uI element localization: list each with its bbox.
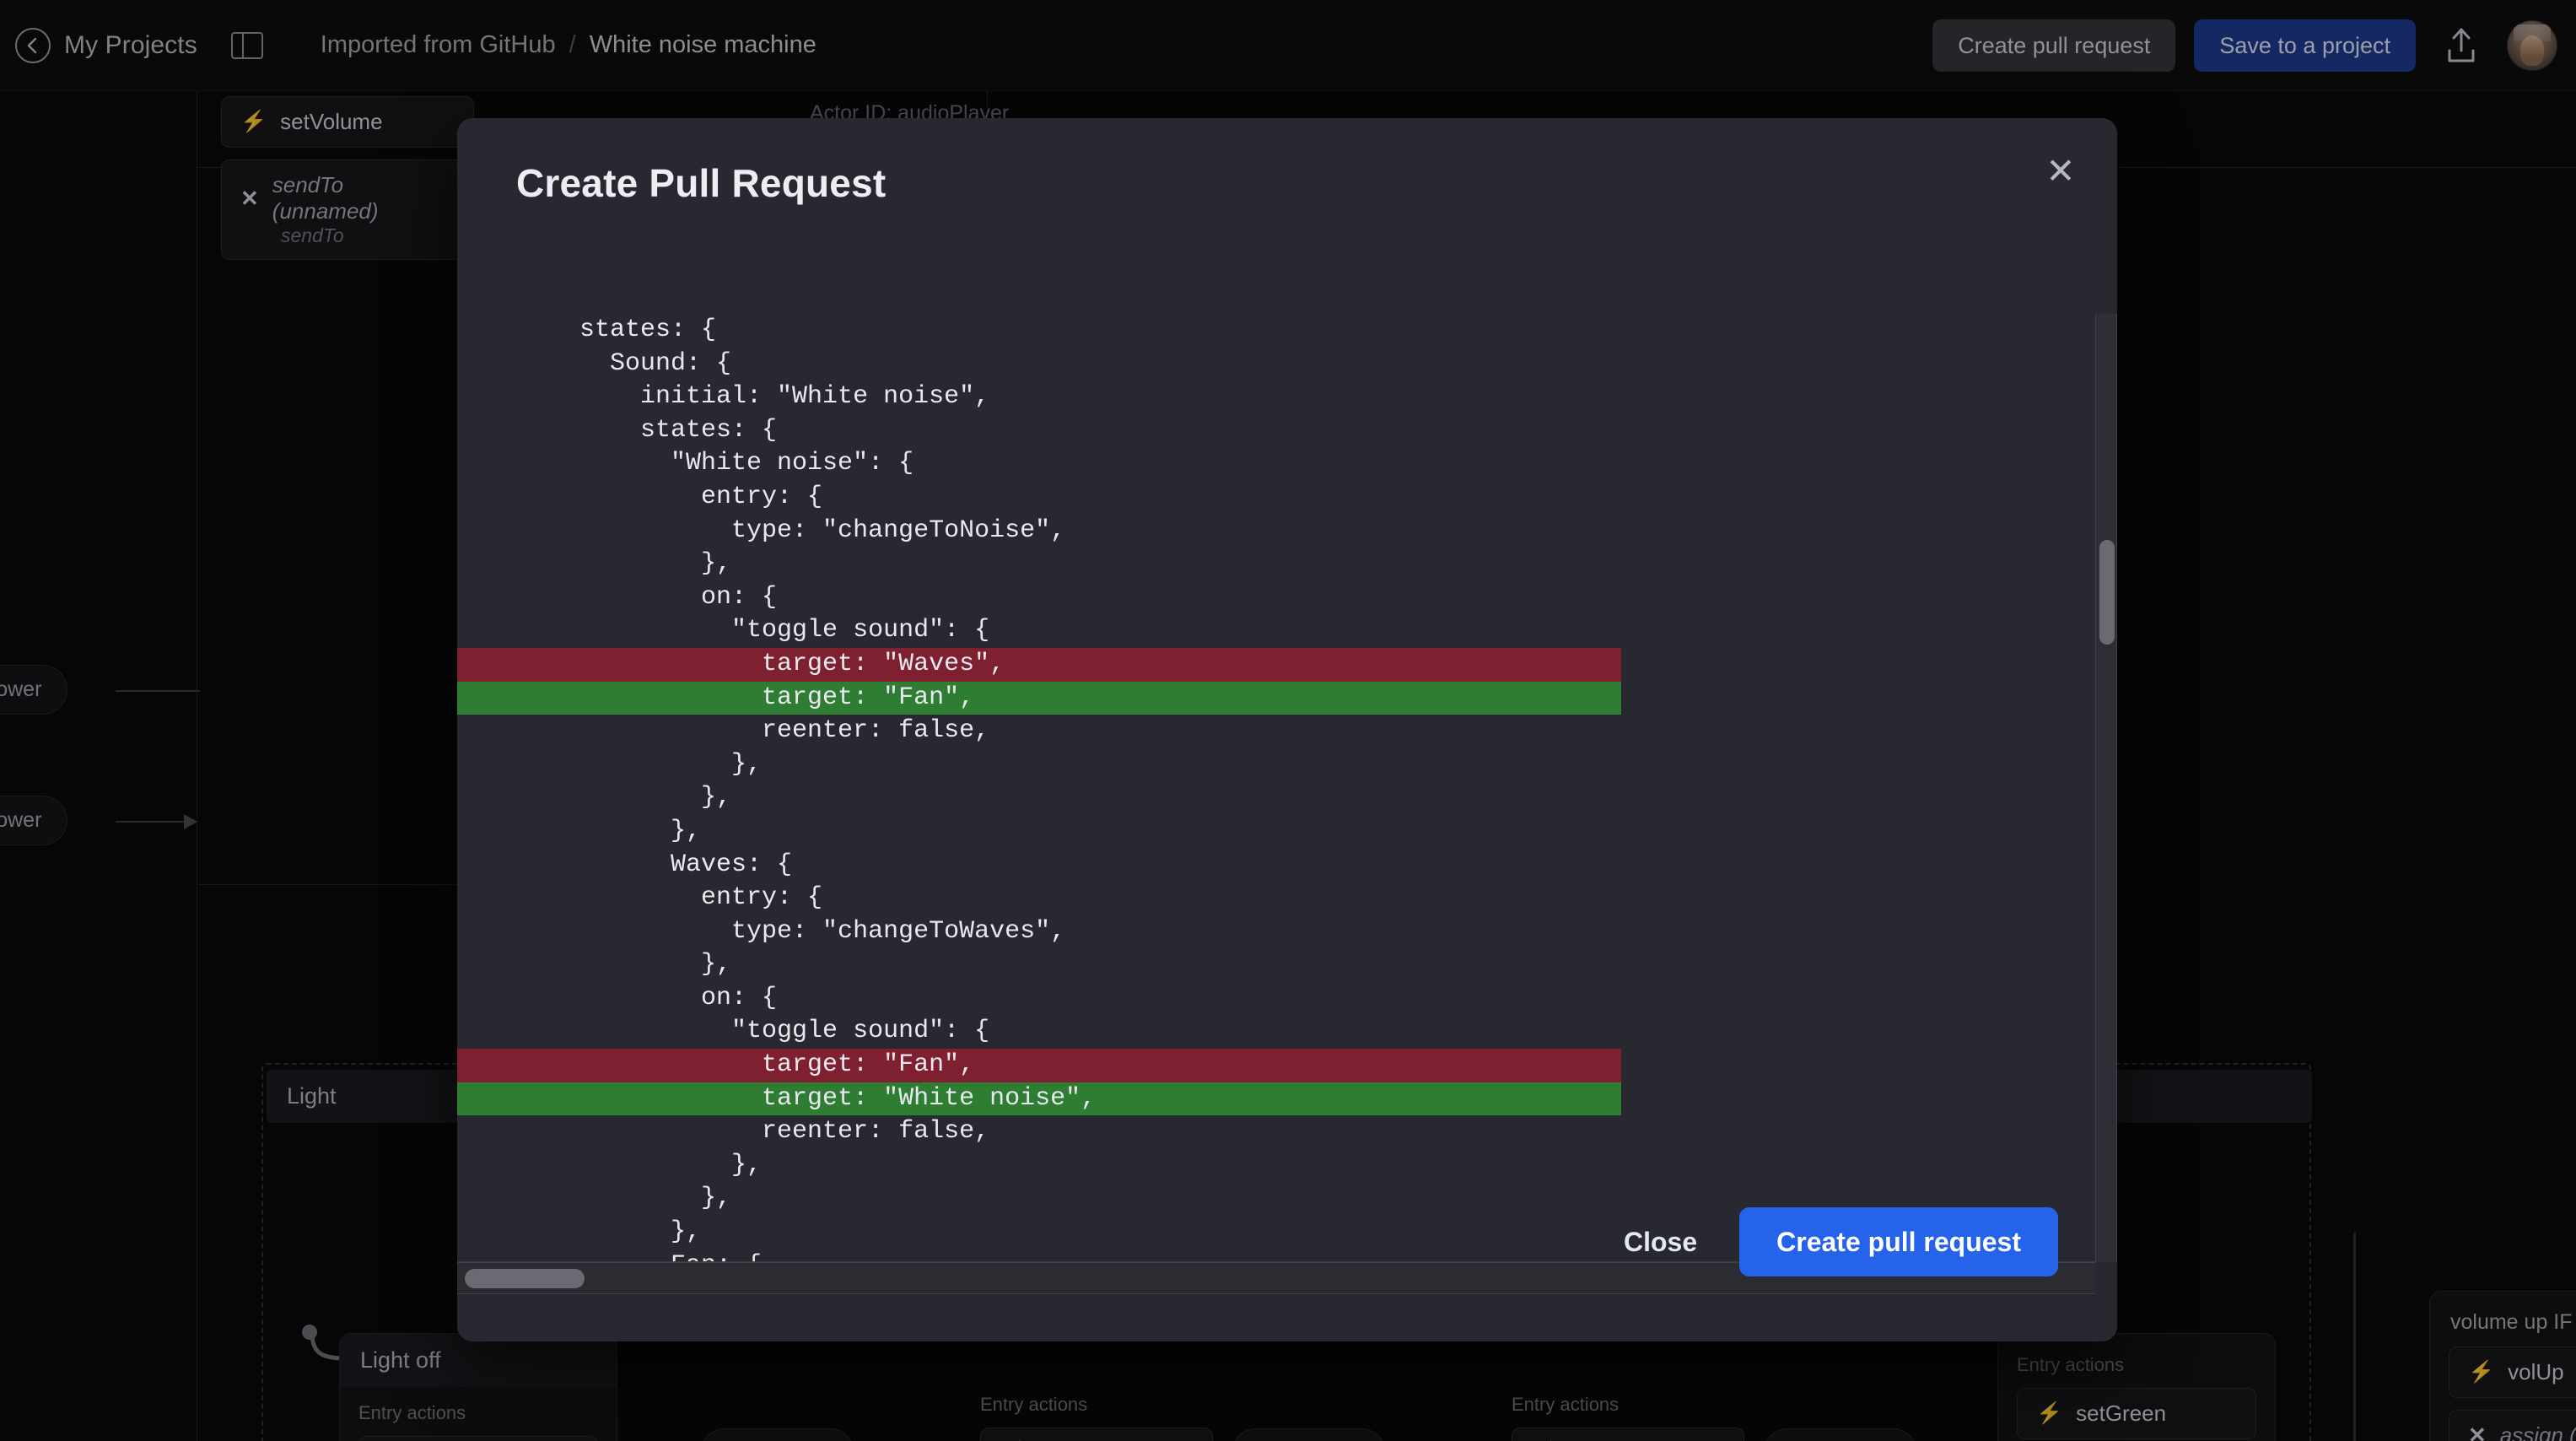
app-root: Actor ID: audioPlayer ⚡ setVolume ✕ send… [0,0,2576,1441]
code-line: "White noise": { [519,449,914,478]
code-line: entry: { [519,482,823,511]
code-line: initial: "White noise", [519,382,990,412]
code-line: }, [519,783,732,812]
code-line: type: "changeToWaves", [519,916,1066,946]
code-line-removed: target: "Waves", [457,647,1621,682]
code-line: }, [519,749,763,779]
code-line: Sound: { [519,348,732,378]
code-line: "toggle sound": { [519,1017,990,1046]
create-pull-request-modal: Create Pull Request ✕ states: { Sound: {… [457,118,2117,1341]
code-line-text: target: "Fan", [519,683,975,712]
modal-title: Create Pull Request [516,161,887,205]
code-line: on: { [519,983,778,1012]
close-button[interactable]: Close [1615,1212,1706,1273]
close-icon[interactable]: ✕ [2036,147,2085,196]
code-line: }, [519,549,732,579]
code-diff-content: states: { Sound: { initial: "White noise… [457,314,2117,1261]
code-line-added: target: "Fan", [457,681,1621,715]
code-line-removed: target: "Fan", [457,1049,1621,1082]
code-line: reenter: false, [519,716,990,746]
code-line-text: target: "Waves", [519,649,1005,678]
code-line: }, [519,950,732,980]
code-line: Waves: { [519,850,793,879]
vertical-scrollbar-thumb[interactable] [2099,540,2115,645]
code-line-text: target: "White noise", [519,1083,1097,1113]
code-line: entry: { [519,883,823,913]
code-line: states: { [519,316,717,344]
code-line: on: { [519,582,778,612]
submit-pull-request-button[interactable]: Create pull request [1739,1207,2058,1276]
code-line-text: target: "Fan", [519,1050,975,1080]
code-line: type: "changeToNoise", [519,515,1066,545]
code-line: }, [519,816,702,845]
code-scroll-region[interactable]: states: { Sound: { initial: "White noise… [457,314,2117,1262]
modal-footer: Close Create pull request [457,1142,2117,1341]
code-line-added: target: "White noise", [457,1082,1621,1116]
code-line: "toggle sound": { [519,616,990,645]
code-line: states: { [519,415,778,445]
vertical-scrollbar[interactable] [2095,314,2117,1262]
